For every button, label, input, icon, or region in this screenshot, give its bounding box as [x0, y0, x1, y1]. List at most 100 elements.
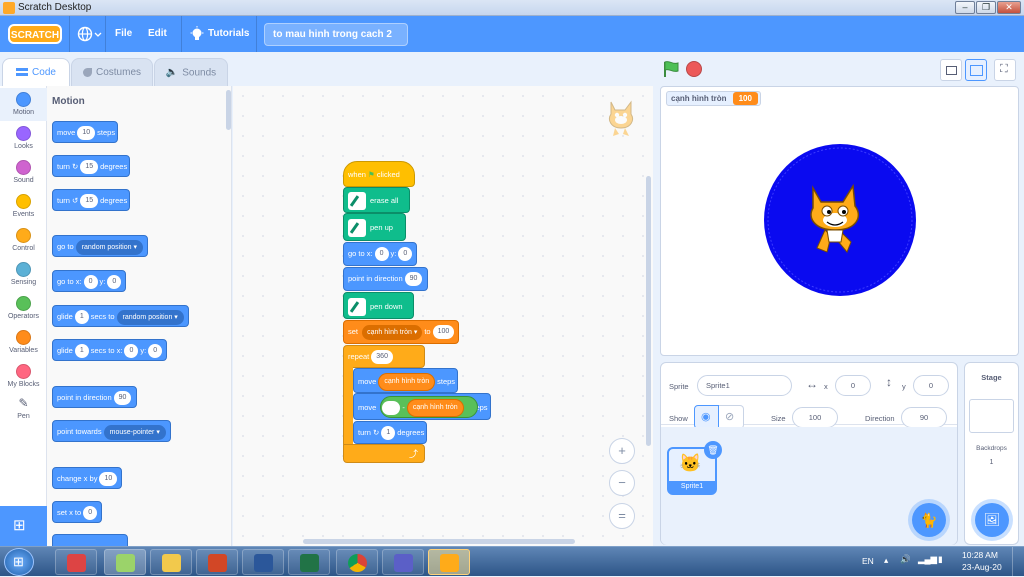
battery-icon[interactable]: ▮: [938, 554, 943, 565]
network-signal-icon[interactable]: ▂▄▆: [918, 554, 937, 565]
variable-reporter[interactable]: cạnh hình tròn: [378, 373, 436, 392]
direction-input[interactable]: 90: [901, 407, 947, 428]
project-title-input[interactable]: to mau hinh trong cach 2: [264, 23, 408, 46]
stage-thumbnail[interactable]: [969, 399, 1014, 433]
category-variables[interactable]: Variables: [0, 326, 47, 359]
block-input[interactable]: 90: [404, 272, 423, 287]
language-indicator[interactable]: EN: [862, 556, 874, 566]
block-pen-down[interactable]: pen down: [343, 292, 414, 319]
close-button[interactable]: ✕: [997, 1, 1021, 14]
tab-costumes[interactable]: Costumes: [71, 58, 153, 86]
block-goto-xy[interactable]: go to x: 0 y: 0: [343, 242, 418, 266]
tutorials-menu[interactable]: Tutorials: [208, 16, 249, 52]
block-input[interactable]: 0: [124, 344, 139, 359]
operator-input[interactable]: [382, 401, 401, 416]
stage-target-pane[interactable]: Stage Backdrops 1 🖼: [964, 362, 1019, 545]
block-input[interactable]: 0: [83, 275, 98, 290]
fullscreen-button[interactable]: ⛶: [994, 59, 1016, 81]
script-area[interactable]: when ⚑ clicked erase all pen up go to x:…: [233, 86, 653, 546]
taskbar-app-explorer[interactable]: [150, 549, 192, 575]
taskbar-app-powerpoint[interactable]: [196, 549, 238, 575]
clock-date[interactable]: 23-Aug-20: [962, 562, 1002, 572]
speaker-tray-icon[interactable]: 🔊: [900, 554, 911, 565]
category-operators[interactable]: Operators: [0, 292, 47, 325]
show-desktop-button[interactable]: [1012, 547, 1024, 577]
block-input[interactable]: 0: [148, 344, 163, 359]
block-input[interactable]: 1: [381, 426, 396, 441]
block-partial[interactable]: [52, 534, 128, 546]
block-point-direction[interactable]: point in direction 90: [52, 386, 137, 408]
taskbar-app-folder-view[interactable]: [104, 549, 146, 575]
taskbar-app-network[interactable]: [55, 549, 97, 575]
block-point-direction[interactable]: point in direction 90: [343, 267, 428, 291]
block-input[interactable]: 1: [74, 310, 89, 325]
block-point-towards[interactable]: point towards mouse-pointer ▾: [52, 420, 171, 442]
language-menu[interactable]: [76, 16, 102, 52]
scratch-logo[interactable]: SCRATCH: [8, 24, 62, 44]
delete-sprite-button[interactable]: 🗑: [704, 441, 722, 459]
category-control[interactable]: Control: [0, 224, 47, 257]
block-input[interactable]: 0: [107, 275, 122, 290]
block-move[interactable]: move 10 steps: [52, 121, 119, 143]
variable-monitor[interactable]: cạnh hình tròn 100: [666, 91, 762, 106]
goto-dropdown[interactable]: random position ▾: [75, 239, 143, 255]
block-input[interactable]: 90: [113, 391, 132, 406]
block-glide-to[interactable]: glide 1 secs to random position ▾: [52, 305, 189, 327]
taskbar-app-scratch[interactable]: [428, 549, 470, 575]
show-hidden-button[interactable]: ⊘: [719, 405, 744, 429]
block-when-flag-clicked[interactable]: when ⚑ clicked: [343, 161, 415, 187]
category-events[interactable]: Events: [0, 190, 47, 223]
horizontal-scrollbar[interactable]: [303, 539, 575, 544]
category-sensing[interactable]: Sensing: [0, 258, 47, 291]
y-input[interactable]: 0: [913, 375, 949, 396]
green-flag-button[interactable]: [662, 60, 680, 81]
block-input[interactable]: 0: [83, 506, 98, 521]
variable-reporter[interactable]: cạnh hình tròn: [406, 399, 464, 418]
zoom-out-button[interactable]: −: [609, 470, 635, 496]
palette-scrollbar[interactable]: [226, 90, 231, 130]
tab-sounds[interactable]: 🔈 Sounds: [154, 58, 228, 86]
block-input[interactable]: 0: [398, 247, 413, 262]
vertical-scrollbar[interactable]: [646, 176, 651, 446]
sprite-name-input[interactable]: Sprite1: [697, 375, 792, 396]
taskbar-app-word[interactable]: [242, 549, 284, 575]
zoom-reset-button[interactable]: =: [609, 503, 635, 529]
block-change-x[interactable]: change x by 10: [52, 467, 123, 489]
clock-time[interactable]: 10:28 AM: [962, 550, 998, 560]
large-stage-button[interactable]: [965, 59, 987, 81]
block-input[interactable]: 360: [371, 350, 393, 365]
size-input[interactable]: 100: [792, 407, 838, 428]
tab-code[interactable]: Code: [2, 58, 70, 88]
block-pen-up[interactable]: pen up: [343, 213, 406, 241]
block-glide-xy[interactable]: glide 1 secs to x: 0 y: 0: [52, 339, 168, 361]
block-erase-all[interactable]: erase all: [343, 187, 410, 213]
block-input[interactable]: 1: [74, 344, 89, 359]
variable-dropdown[interactable]: cạnh hình tròn ▾: [362, 324, 423, 340]
category-sound[interactable]: Sound: [0, 156, 47, 189]
block-move-var[interactable]: move cạnh hình tròn steps: [353, 368, 459, 393]
block-input[interactable]: 15: [80, 194, 99, 209]
block-goto[interactable]: go to random position ▾: [52, 235, 149, 257]
block-input[interactable]: 0: [374, 247, 389, 262]
zoom-in-button[interactable]: +: [609, 438, 635, 464]
category-looks[interactable]: Looks: [0, 122, 47, 155]
block-set-x[interactable]: set x to 0: [52, 501, 103, 523]
stop-button[interactable]: [686, 61, 702, 77]
taskbar-app-teams[interactable]: [382, 549, 424, 575]
block-input[interactable]: 15: [80, 160, 99, 175]
block-goto-xy[interactable]: go to x: 0 y: 0: [52, 270, 127, 292]
block-move-expr[interactable]: move - cạnh hình tròn steps: [353, 393, 491, 420]
choose-sprite-button[interactable]: 🐈: [912, 503, 946, 537]
towards-dropdown[interactable]: mouse-pointer ▾: [103, 424, 166, 440]
edit-menu[interactable]: Edit: [148, 16, 167, 52]
file-menu[interactable]: File: [115, 16, 132, 52]
show-visible-button[interactable]: ◉: [694, 405, 719, 429]
start-button[interactable]: ⊞: [4, 548, 34, 576]
block-input[interactable]: 100: [432, 325, 455, 340]
taskbar-app-excel[interactable]: [288, 549, 330, 575]
block-input[interactable]: 10: [77, 126, 96, 141]
maximize-button[interactable]: ❐: [976, 1, 996, 14]
category-motion[interactable]: Motion: [0, 88, 47, 121]
add-extension-button[interactable]: ⊞: [0, 506, 47, 546]
stage[interactable]: [660, 86, 1019, 356]
